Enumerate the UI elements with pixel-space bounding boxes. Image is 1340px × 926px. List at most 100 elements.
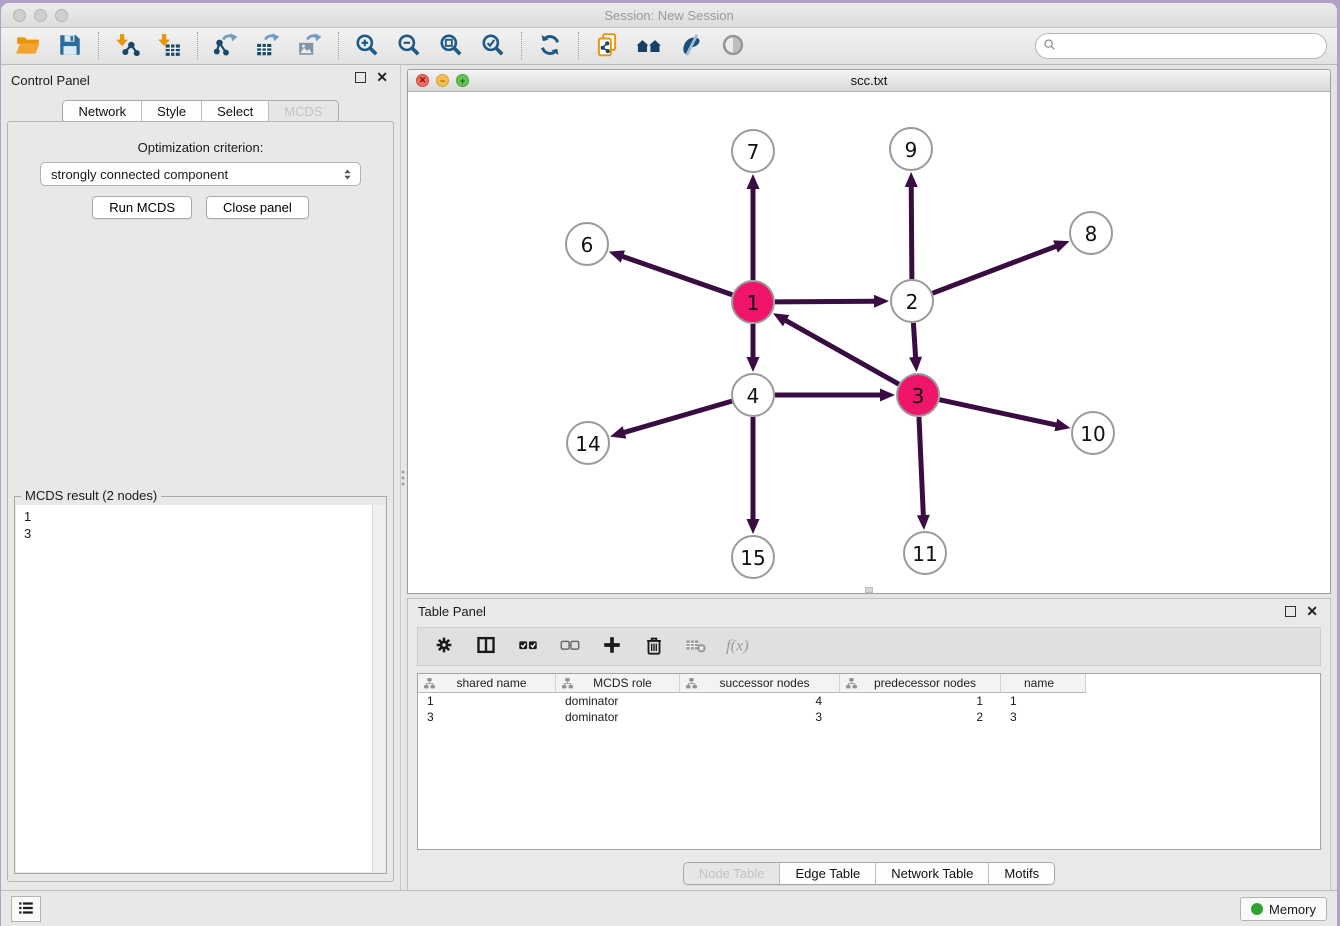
mcds-result-box: MCDS result (2 nodes) 13	[14, 496, 387, 874]
table-settings-button[interactable]	[426, 631, 462, 663]
edge-arrowhead	[609, 250, 625, 262]
export-image-button[interactable]	[291, 30, 329, 62]
close-window-button[interactable]	[13, 9, 26, 22]
select-all-columns-button[interactable]	[510, 631, 546, 663]
table-row[interactable]: 1dominator411	[418, 693, 1320, 709]
column-header-shared-name[interactable]: shared name	[418, 674, 556, 693]
zoom-out-button[interactable]	[390, 30, 428, 62]
memory-button[interactable]: Memory	[1240, 897, 1327, 921]
network-window-titlebar[interactable]: ✕ − + scc.txt	[408, 70, 1330, 92]
edge-4-14[interactable]	[623, 401, 732, 433]
save-session-button[interactable]	[51, 30, 89, 62]
close-panel-icon[interactable]: ✕	[376, 72, 388, 83]
clone-network-button[interactable]	[588, 30, 626, 62]
cell-name[interactable]: 1	[1001, 694, 1086, 708]
tab-network[interactable]: Network	[63, 101, 141, 122]
create-column-button[interactable]	[594, 631, 630, 663]
graph-node-label: 10	[1080, 422, 1105, 446]
toolbar-separator	[521, 32, 522, 60]
import-network-button[interactable]	[108, 30, 146, 62]
column-layout-button[interactable]	[468, 631, 504, 663]
unselect-all-columns-button[interactable]	[552, 631, 588, 663]
edge-1-6[interactable]	[621, 256, 732, 295]
mcds-result-title: MCDS result (2 nodes)	[21, 488, 161, 503]
tab-network-table[interactable]: Network Table	[875, 863, 988, 884]
export-table-button[interactable]	[249, 30, 287, 62]
column-header-successor-nodes[interactable]: successor nodes	[680, 674, 840, 693]
mcds-tab-content: Optimization criterion: strongly connect…	[7, 121, 394, 882]
float-panel-icon[interactable]	[355, 72, 366, 83]
cell-mcds-role[interactable]: dominator	[556, 694, 680, 708]
column-header-predecessor-nodes[interactable]: predecessor nodes	[840, 674, 1001, 693]
network-minimize-button[interactable]: −	[436, 74, 449, 87]
search-box[interactable]	[1035, 33, 1327, 59]
tab-select[interactable]: Select	[201, 101, 268, 122]
minimize-window-button[interactable]	[34, 9, 47, 22]
mcds-result-list[interactable]: 13	[16, 505, 385, 872]
cell-successor-nodes[interactable]: 3	[680, 710, 840, 724]
network-canvas[interactable]: 1234678910111415	[408, 92, 1330, 593]
cell-successor-nodes[interactable]: 4	[680, 694, 840, 708]
cell-shared-name[interactable]: 3	[418, 710, 556, 724]
cell-shared-name[interactable]: 1	[418, 694, 556, 708]
export-network-button[interactable]	[207, 30, 245, 62]
network-graph[interactable]: 1234678910111415	[408, 92, 1330, 593]
edge-2-3[interactable]	[913, 323, 915, 359]
mcds-result-node[interactable]: 3	[24, 525, 377, 542]
tab-node-table[interactable]: Node Table	[684, 863, 780, 884]
memory-label: Memory	[1269, 902, 1316, 917]
zoom-in-icon	[354, 32, 380, 61]
edge-3-10[interactable]	[939, 400, 1057, 426]
run-mcds-button[interactable]: Run MCDS	[92, 196, 192, 219]
tab-motifs[interactable]: Motifs	[988, 863, 1054, 884]
edge-arrowhead	[917, 515, 930, 530]
column-header-name[interactable]: name	[1001, 674, 1086, 693]
tab-style[interactable]: Style	[141, 101, 201, 122]
search-input[interactable]	[1058, 39, 1320, 54]
home-button[interactable]	[630, 30, 668, 62]
table-row[interactable]: 3dominator323	[418, 709, 1320, 725]
close-panel-button[interactable]: Close panel	[206, 196, 309, 219]
zoom-in-button[interactable]	[348, 30, 386, 62]
control-panel: Control Panel ✕ NetworkStyleSelectMCDS O…	[1, 65, 401, 890]
edge-3-1[interactable]	[784, 320, 898, 385]
node-table[interactable]: shared nameMCDS rolesuccessor nodesprede…	[417, 673, 1321, 850]
zoom-selected-button[interactable]	[474, 30, 512, 62]
edge-1-2[interactable]	[775, 301, 876, 302]
style-brush-button[interactable]	[672, 30, 710, 62]
close-table-panel-icon[interactable]: ✕	[1306, 606, 1318, 617]
criterion-dropdown[interactable]: strongly connected component	[40, 162, 361, 186]
column-type-icon	[845, 677, 858, 690]
float-table-panel-icon[interactable]	[1285, 606, 1296, 617]
delete-table-icon	[685, 634, 707, 659]
network-close-button[interactable]: ✕	[416, 74, 429, 87]
apply-layout-icon	[537, 32, 563, 61]
tab-mcds[interactable]: MCDS	[268, 101, 337, 122]
apply-layout-button[interactable]	[531, 30, 569, 62]
cell-name[interactable]: 3	[1001, 710, 1086, 724]
column-header-mcds-role[interactable]: MCDS role	[556, 674, 680, 693]
delete-column-button[interactable]	[636, 631, 672, 663]
control-panel-header: Control Panel ✕	[1, 65, 400, 95]
result-scrollbar[interactable]	[372, 505, 385, 872]
import-table-button[interactable]	[150, 30, 188, 62]
canvas-resize-handle[interactable]	[865, 587, 873, 593]
zoom-fit-button[interactable]	[432, 30, 470, 62]
network-maximize-button[interactable]: +	[456, 74, 469, 87]
maximize-window-button[interactable]	[55, 9, 68, 22]
edge-2-9[interactable]	[911, 185, 912, 279]
edge-2-8[interactable]	[933, 246, 1058, 293]
function-builder-button: f(x)	[720, 631, 756, 663]
task-history-button[interactable]	[11, 896, 41, 922]
task-list-icon	[17, 899, 35, 920]
cell-mcds-role[interactable]: dominator	[556, 710, 680, 724]
cell-predecessor-nodes[interactable]: 1	[840, 694, 1001, 708]
window-title: Session: New Session	[604, 8, 733, 23]
mcds-result-node[interactable]: 1	[24, 508, 377, 525]
graph-node-label: 9	[905, 138, 918, 162]
tab-edge-table[interactable]: Edge Table	[779, 863, 875, 884]
open-file-button[interactable]	[9, 30, 47, 62]
splitter-handle[interactable]	[401, 469, 405, 487]
edge-3-11[interactable]	[919, 417, 923, 517]
cell-predecessor-nodes[interactable]: 2	[840, 710, 1001, 724]
